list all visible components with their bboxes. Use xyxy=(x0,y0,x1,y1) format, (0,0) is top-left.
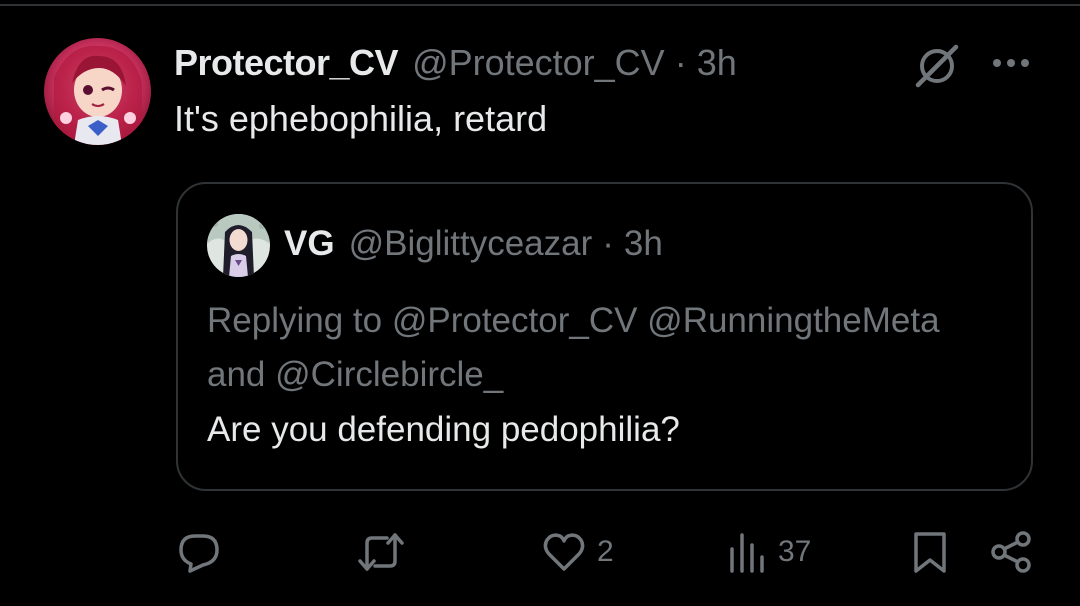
share-button[interactable] xyxy=(988,528,1034,576)
quoted-tweet-header: VG @Biglittyceazar · 3h xyxy=(284,222,663,266)
tweet-header: Protector_CV @Protector_CV · 3h xyxy=(174,40,737,86)
replying-to-line: Replying to @Protector_CV @RunningtheMet… xyxy=(207,301,940,394)
quoted-author-display-name[interactable]: VG xyxy=(284,224,335,264)
reply-button[interactable] xyxy=(176,528,222,576)
like-count: 2 xyxy=(597,535,614,568)
bookmark-button[interactable] xyxy=(910,528,950,576)
views-count: 37 xyxy=(778,535,812,568)
grok-icon[interactable] xyxy=(912,40,962,90)
bookmark-icon xyxy=(910,529,950,575)
like-icon xyxy=(541,529,587,575)
views-icon xyxy=(726,529,768,575)
top-divider xyxy=(0,4,1080,6)
more-options-icon[interactable] xyxy=(988,48,1034,78)
quoted-tweet-timestamp[interactable]: 3h xyxy=(624,224,663,264)
author-display-name[interactable]: Protector_CV xyxy=(174,42,399,84)
tweet-timestamp[interactable]: 3h xyxy=(697,42,737,84)
tweet-text: It's ephebophilia, retard xyxy=(174,98,548,139)
retweet-button[interactable] xyxy=(356,528,406,576)
like-button[interactable]: 2 xyxy=(541,528,614,576)
share-icon xyxy=(988,529,1034,575)
separator-dot: · xyxy=(674,42,687,83)
quoted-tweet-text: Are you defending pedophilia? xyxy=(207,410,680,449)
views-button[interactable]: 37 xyxy=(726,528,811,576)
quoted-author-handle[interactable]: @Biglittyceazar xyxy=(349,224,593,264)
author-avatar[interactable] xyxy=(44,38,151,145)
tweet-view: Protector_CV @Protector_CV · 3h It's eph… xyxy=(0,0,1080,606)
separator-dot: · xyxy=(602,224,614,263)
retweet-icon xyxy=(356,529,406,575)
author-handle[interactable]: @Protector_CV xyxy=(412,42,665,84)
reply-icon xyxy=(176,529,222,575)
quoted-author-avatar[interactable] xyxy=(207,214,270,277)
